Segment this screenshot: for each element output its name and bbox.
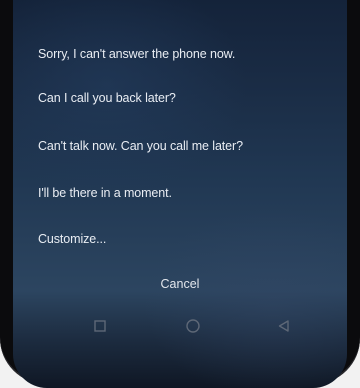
navigation-bar: [13, 306, 347, 346]
quick-reply-cant-talk-now[interactable]: Can't talk now. Can you call me later?: [38, 139, 243, 153]
quick-reply-sorry[interactable]: Sorry, I can't answer the phone now.: [38, 47, 235, 61]
square-recents-icon: [94, 320, 106, 332]
back-button[interactable]: [274, 316, 294, 336]
screen: Sorry, I can't answer the phone now. Can…: [13, 0, 347, 388]
circle-home-icon: [186, 319, 200, 333]
home-button[interactable]: [183, 316, 203, 336]
quick-reply-be-there-moment[interactable]: I'll be there in a moment.: [38, 186, 172, 200]
quick-reply-customize[interactable]: Customize...: [38, 232, 106, 246]
recents-button[interactable]: [90, 316, 110, 336]
cancel-button[interactable]: Cancel: [13, 277, 347, 291]
phone-frame: Sorry, I can't answer the phone now. Can…: [0, 0, 360, 388]
triangle-back-icon: [278, 320, 289, 332]
quick-reply-call-back-later[interactable]: Can I call you back later?: [38, 91, 176, 105]
